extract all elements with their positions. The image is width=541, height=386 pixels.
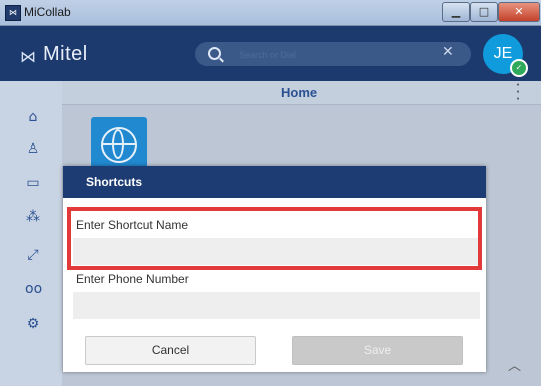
contact-icon[interactable]: ♙ <box>25 141 41 157</box>
cancel-button[interactable]: Cancel <box>85 336 256 365</box>
dialog-header: Shortcuts <box>63 166 486 198</box>
globe-icon <box>101 127 137 163</box>
mitel-app-icon: ⋈ <box>5 5 21 21</box>
presence-available-icon: ✓ <box>510 59 528 77</box>
phone-number-input[interactable] <box>73 292 480 319</box>
voicemail-icon[interactable]: oo <box>25 281 42 297</box>
chat-icon[interactable]: ▭ <box>25 175 41 191</box>
home-icon[interactable]: ⌂ <box>25 109 41 125</box>
title-bar[interactable]: ⋈ MiCollab ▁ □ ✕ <box>0 0 541 26</box>
brand-name: Mitel <box>43 43 88 65</box>
phone-number-label: Enter Phone Number <box>76 272 189 286</box>
search-input[interactable] <box>237 46 431 64</box>
sidebar: ⌂ ♙ ▭ ⁂ ⤢ oo ⚙ <box>0 81 62 386</box>
maximize-button[interactable]: □ <box>470 2 498 22</box>
settings-icon[interactable]: ⚙ <box>25 316 41 332</box>
conference-icon[interactable]: ⁂ <box>25 209 41 225</box>
minimize-button[interactable]: ▁ <box>442 2 470 22</box>
clear-search-icon[interactable]: ✕ <box>442 44 454 60</box>
page-title: Home <box>281 85 318 100</box>
web-shortcut-tile[interactable] <box>91 117 147 173</box>
chevron-up-icon[interactable]: ︿ <box>508 355 521 374</box>
mitel-logo-icon: ⋈ <box>20 47 36 66</box>
micollab-window: ⋈ MiCollab ▁ □ ✕ ⋈ Mitel ✕ JE ✓ ⌂ ♙ ▭ ⁂ … <box>0 0 541 386</box>
search-icon <box>208 47 221 60</box>
more-options-icon[interactable]: · · · <box>513 78 523 107</box>
save-button[interactable]: Save <box>292 336 463 365</box>
calls-icon[interactable]: ⤢ <box>25 247 41 263</box>
close-window-button[interactable]: ✕ <box>498 2 540 22</box>
search-bar[interactable]: ✕ <box>195 42 471 66</box>
dialog-title: Shortcuts <box>86 175 143 189</box>
shortcut-name-highlight <box>67 207 482 270</box>
window-title: MiCollab <box>24 5 71 19</box>
